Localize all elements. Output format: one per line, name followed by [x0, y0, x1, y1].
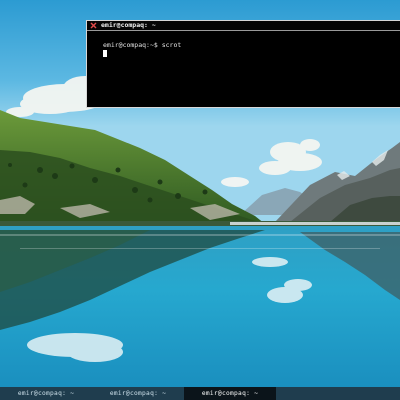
- close-icon[interactable]: [89, 21, 98, 30]
- terminal-titlebar[interactable]: emir@compaq: ~: [87, 21, 400, 31]
- desktop: emir@compaq: ~ emir@compaq:~$ scrot emir…: [0, 0, 400, 400]
- taskbar: emir@compaq: ~ emir@compaq: ~ emir@compa…: [0, 387, 400, 400]
- taskbar-task-1[interactable]: emir@compaq: ~: [0, 387, 92, 400]
- taskbar-task-2[interactable]: emir@compaq: ~: [92, 387, 184, 400]
- terminal-title: emir@compaq: ~: [101, 21, 156, 29]
- terminal-window[interactable]: emir@compaq: ~ emir@compaq:~$ scrot: [86, 20, 400, 108]
- taskbar-task-3-active[interactable]: emir@compaq: ~: [184, 387, 276, 400]
- taskbar-empty-space: [276, 387, 400, 400]
- terminal-prompt-line[interactable]: emir@compaq:~$ scrot: [103, 41, 181, 50]
- terminal-cursor: [103, 50, 107, 57]
